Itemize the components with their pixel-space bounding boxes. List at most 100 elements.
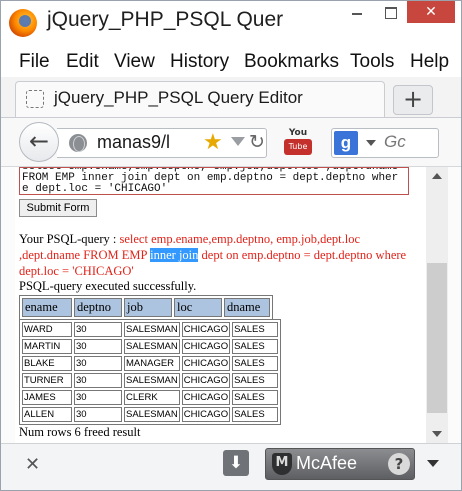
table-cell-dname: SALES xyxy=(232,356,279,371)
mcafee-shield-icon: M xyxy=(272,453,292,475)
query-textarea-text: select emp.ename,emp.deptno, emp.job,dep… xyxy=(22,167,399,195)
addon-menu-arrow-icon[interactable] xyxy=(427,460,439,467)
menu-bookmarks[interactable]: Bookmarks xyxy=(244,51,339,73)
vertical-scrollbar[interactable] xyxy=(426,167,448,443)
result-data-body: WARD 30 SALESMAN CHICAGO SALES MARTIN 30 SALESM… xyxy=(22,322,279,422)
table-row: TURNER 30 SALESMAN CHICAGO SALES xyxy=(22,373,279,388)
header-cell-ename: ename xyxy=(22,298,72,317)
table-cell-deptno: 30 xyxy=(74,322,122,337)
new-tab-button[interactable]: + xyxy=(393,85,433,115)
table-cell-loc: CHICAGO xyxy=(181,407,231,422)
addon-bar: ✕ ⬇ M McAfee ? xyxy=(1,443,461,490)
selected-text: inner join xyxy=(150,248,199,262)
header-cell-deptno: deptno xyxy=(74,298,122,317)
scrollbar-thumb[interactable] xyxy=(427,263,447,413)
page-content: select emp.ename,emp.deptno, emp.job,dep… xyxy=(15,167,426,443)
result-data-table: WARD 30 SALESMAN CHICAGO SALES MARTIN 30 SALESM… xyxy=(19,319,282,425)
table-cell-deptno: 30 xyxy=(74,373,122,388)
menu-bar: File Edit View History Bookmarks Tools H… xyxy=(1,45,461,77)
header-cell-dname: dname xyxy=(224,298,270,317)
table-cell-ename: ALLEN xyxy=(22,407,72,422)
browser-window: jQuery_PHP_PSQL Quer ✕ File Edit View Hi… xyxy=(0,0,462,491)
menu-file[interactable]: File xyxy=(19,51,50,73)
menu-history[interactable]: History xyxy=(170,51,229,73)
table-cell-job: SALESMAN xyxy=(124,407,180,422)
page-placeholder-icon xyxy=(26,90,44,108)
scroll-down-arrow-icon[interactable] xyxy=(432,431,442,437)
menu-view[interactable]: View xyxy=(114,51,155,73)
submit-form-button[interactable]: Submit Form xyxy=(19,199,97,217)
mcafee-button[interactable]: M McAfee ? xyxy=(265,448,415,480)
table-cell-deptno: 30 xyxy=(74,339,122,354)
firefox-logo-icon xyxy=(9,9,37,37)
reload-icon[interactable]: ↻ xyxy=(249,131,265,153)
title-bar: jQuery_PHP_PSQL Quer ✕ xyxy=(1,1,461,45)
table-cell-ename: JAMES xyxy=(22,390,72,405)
table-cell-job: SALESMAN xyxy=(124,373,180,388)
maximize-button[interactable] xyxy=(375,1,407,23)
search-placeholder: Gc xyxy=(384,132,406,151)
table-cell-dname: SALES xyxy=(232,373,279,388)
table-cell-ename: BLAKE xyxy=(22,356,72,371)
mcafee-help-icon[interactable]: ? xyxy=(388,453,410,475)
table-cell-loc: CHICAGO xyxy=(181,373,231,388)
google-icon[interactable]: g xyxy=(334,131,358,155)
youtube-label-top: You xyxy=(288,128,308,138)
youtube-icon[interactable]: You Tube xyxy=(284,128,312,158)
url-text[interactable]: manas9/l xyxy=(97,132,197,153)
tab-active[interactable]: jQuery_PHP_PSQL Query Editor xyxy=(15,81,385,117)
query-textarea[interactable]: select emp.ename,emp.deptno, emp.job,dep… xyxy=(19,167,409,195)
table-row: ALLEN 30 SALESMAN CHICAGO SALES xyxy=(22,407,279,422)
globe-icon xyxy=(69,134,87,152)
header-cell-loc: loc xyxy=(174,298,222,317)
table-cell-job: SALESMAN xyxy=(124,322,180,337)
search-box[interactable]: g Gc xyxy=(331,128,439,158)
header-cell-job: job xyxy=(124,298,172,317)
table-cell-dname: SALES xyxy=(232,390,279,405)
table-cell-job: CLERK xyxy=(124,390,180,405)
result-prefix: Your PSQL-query : xyxy=(19,232,120,246)
table-cell-dname: SALES xyxy=(232,407,279,422)
tab-title: jQuery_PHP_PSQL Query Editor xyxy=(54,88,303,107)
table-cell-ename: TURNER xyxy=(22,373,72,388)
status-message: PSQL-query executed successfully. xyxy=(19,279,197,293)
table-row: BLAKE 30 MANAGER CHICAGO SALES xyxy=(22,356,279,371)
menu-edit[interactable]: Edit xyxy=(66,51,99,73)
search-engine-dropdown-icon[interactable] xyxy=(366,140,376,146)
header-row: ename deptno job loc dname xyxy=(22,298,270,317)
table-cell-ename: WARD xyxy=(22,322,72,337)
address-bar[interactable]: manas9/l ★ ↻ xyxy=(57,128,267,158)
table-cell-dname: SALES xyxy=(232,322,279,337)
table-cell-ename: MARTIN xyxy=(22,339,72,354)
bookmark-star-icon[interactable]: ★ xyxy=(203,130,223,155)
youtube-label-bottom: Tube xyxy=(284,139,312,155)
table-cell-loc: CHICAGO xyxy=(181,339,231,354)
menu-help[interactable]: Help xyxy=(410,51,449,73)
table-row: JAMES 30 CLERK CHICAGO SALES xyxy=(22,390,279,405)
table-row: WARD 30 SALESMAN CHICAGO SALES xyxy=(22,322,279,337)
table-cell-deptno: 30 xyxy=(74,390,122,405)
table-cell-deptno: 30 xyxy=(74,356,122,371)
download-icon[interactable]: ⬇ xyxy=(223,450,249,476)
result-header-table: ename deptno job loc dname xyxy=(19,295,273,320)
url-dropdown-icon[interactable] xyxy=(231,137,245,146)
table-row: MARTIN 30 SALESMAN CHICAGO SALES xyxy=(22,339,279,354)
scroll-up-arrow-icon[interactable] xyxy=(432,173,442,179)
footer-message: Num rows 6 freed result xyxy=(19,425,141,439)
table-cell-loc: CHICAGO xyxy=(181,390,231,405)
table-cell-job: SALESMAN xyxy=(124,339,180,354)
table-cell-loc: CHICAGO xyxy=(181,322,231,337)
navigation-bar: manas9/l ★ ↻ ← You Tube g Gc xyxy=(1,117,461,167)
table-cell-deptno: 30 xyxy=(74,407,122,422)
table-cell-dname: SALES xyxy=(232,339,279,354)
back-button[interactable]: ← xyxy=(19,122,59,162)
close-window-button[interactable]: ✕ xyxy=(407,1,455,23)
window-title: jQuery_PHP_PSQL Quer xyxy=(47,8,284,31)
result-query-line: Your PSQL-query : select emp.ename,emp.d… xyxy=(19,231,409,279)
tab-strip: jQuery_PHP_PSQL Query Editor + xyxy=(1,77,461,117)
menu-tools[interactable]: Tools xyxy=(350,51,394,73)
table-cell-job: MANAGER xyxy=(124,356,180,371)
minimize-button[interactable] xyxy=(339,1,375,23)
close-addon-bar-icon[interactable]: ✕ xyxy=(25,454,40,475)
table-cell-loc: CHICAGO xyxy=(181,356,231,371)
